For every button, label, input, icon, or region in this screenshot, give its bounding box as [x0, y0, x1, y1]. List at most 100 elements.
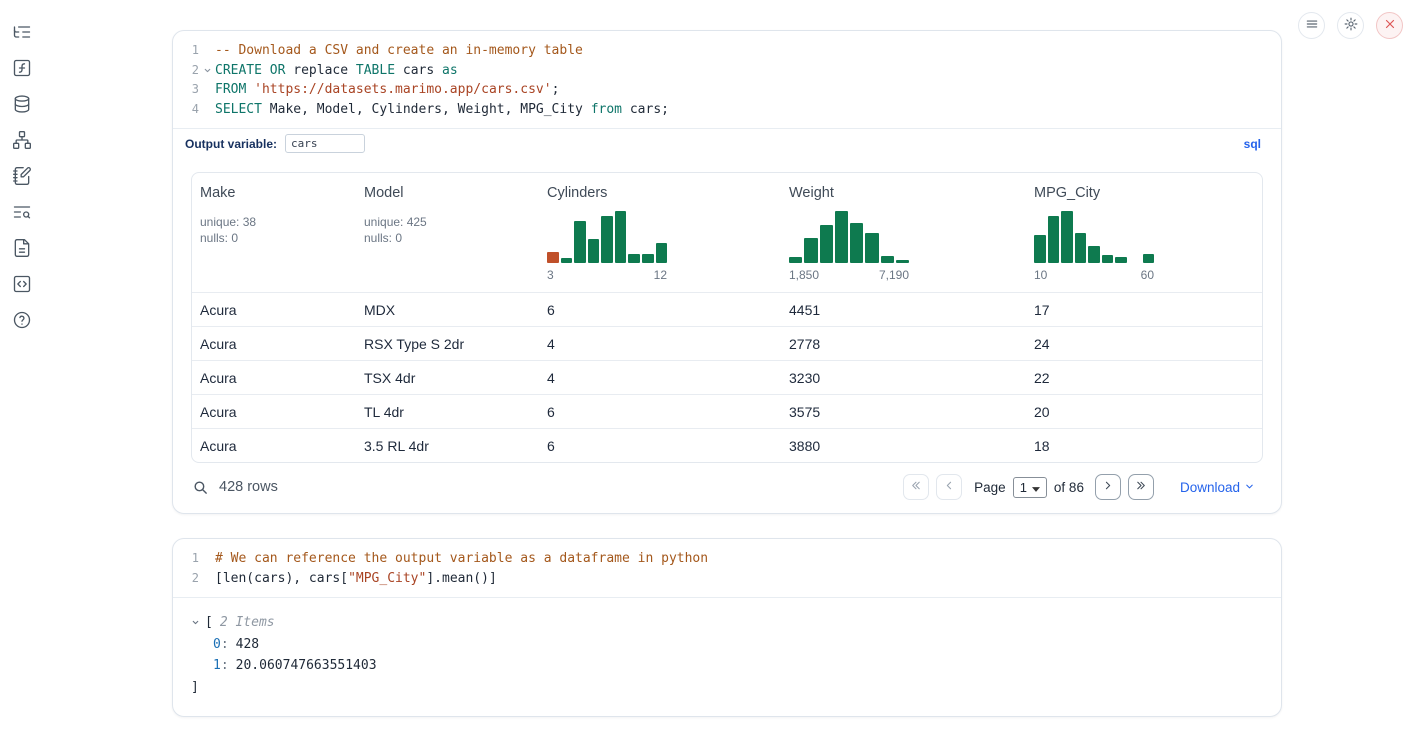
histogram-bar[interactable]: [820, 225, 833, 263]
histogram-bar[interactable]: [850, 223, 863, 263]
line-number: 1: [173, 41, 199, 61]
histogram-bar[interactable]: [615, 211, 627, 263]
code-line[interactable]: 1 -- Download a CSV and create an in-memo…: [173, 41, 1281, 61]
settings-button[interactable]: [1337, 12, 1364, 39]
histogram-bar[interactable]: [1115, 257, 1127, 263]
close-button[interactable]: [1376, 12, 1403, 39]
page-select[interactable]: 1: [1013, 477, 1047, 498]
column-histogram[interactable]: 1,8507,190: [789, 211, 1018, 282]
table-cell: Acura: [192, 429, 356, 462]
python-output: [ 2 Items 0:428 1:20.060747663551403 ]: [173, 597, 1281, 716]
column-header-weight[interactable]: Weight 1,8507,190: [781, 173, 1026, 292]
histogram-bar[interactable]: [1061, 211, 1073, 263]
code-text: SELECT Make, Model, Cylinders, Weight, M…: [215, 100, 669, 120]
help-icon[interactable]: [10, 308, 34, 332]
output-variable-row: Output variable: sql: [173, 128, 1281, 158]
next-page-button[interactable]: [1095, 474, 1121, 500]
table-row[interactable]: Acura3.5 RL 4dr6388018: [192, 428, 1262, 462]
column-header-cylinders[interactable]: Cylinders312: [539, 173, 781, 292]
column-histogram[interactable]: 1060: [1034, 211, 1254, 282]
download-button[interactable]: Download: [1180, 480, 1255, 495]
menu-button[interactable]: [1298, 12, 1325, 39]
documentation-icon[interactable]: [10, 236, 34, 260]
datasources-icon[interactable]: [10, 92, 34, 116]
tree-items-count: 2 Items: [220, 612, 275, 634]
menu-icon: [1305, 17, 1319, 34]
column-header-mpg_city[interactable]: MPG_City 1060: [1026, 173, 1262, 292]
fold-gutter: [199, 41, 215, 61]
notebook: 1 -- Download a CSV and create an in-memo…: [172, 30, 1282, 729]
histogram-bar[interactable]: [1075, 233, 1087, 263]
table-row[interactable]: AcuraRSX Type S 2dr4277824: [192, 326, 1262, 360]
line-number: 1: [173, 549, 199, 569]
dependency-graph-icon[interactable]: [10, 128, 34, 152]
histogram-bar[interactable]: [1143, 254, 1155, 263]
table-row[interactable]: AcuraMDX6445117: [192, 292, 1262, 326]
table-row[interactable]: AcuraTSX 4dr4323022: [192, 360, 1262, 394]
histogram-bar[interactable]: [1034, 235, 1046, 263]
chevrons-left-icon: [910, 479, 923, 495]
chevron-left-icon: [943, 479, 956, 495]
first-page-button[interactable]: [903, 474, 929, 500]
snippets-icon[interactable]: [10, 272, 34, 296]
helper-sidebar: [0, 0, 44, 352]
output-variable-input[interactable]: [285, 134, 365, 153]
histogram-bar[interactable]: [804, 238, 817, 263]
column-histogram[interactable]: 312: [547, 211, 773, 282]
language-badge[interactable]: sql: [1244, 137, 1261, 151]
column-name: MPG_City: [1034, 185, 1254, 201]
line-number: 2: [173, 61, 199, 81]
table-row[interactable]: AcuraTL 4dr6357520: [192, 394, 1262, 428]
prev-page-button[interactable]: [936, 474, 962, 500]
variables-icon[interactable]: [10, 56, 34, 80]
table-cell: 6: [539, 293, 781, 326]
gear-icon: [1344, 17, 1358, 34]
close-icon: [1383, 17, 1397, 34]
histogram-bar[interactable]: [601, 216, 613, 263]
file-explorer-icon[interactable]: [10, 20, 34, 44]
tree-close-bracket: ]: [191, 677, 199, 699]
histogram-bar[interactable]: [1102, 255, 1114, 263]
code-line[interactable]: 2CREATE OR replace TABLE cars as: [173, 61, 1281, 81]
table-cell: TSX 4dr: [356, 361, 539, 394]
histogram-bar[interactable]: [789, 257, 802, 263]
histogram-bar[interactable]: [574, 221, 586, 263]
histogram-bar[interactable]: [865, 233, 878, 263]
code-line[interactable]: 4 SELECT Make, Model, Cylinders, Weight, …: [173, 100, 1281, 120]
code-line[interactable]: 2[len(cars), cars["MPG_City"].mean()]: [173, 569, 1281, 589]
last-page-button[interactable]: [1128, 474, 1154, 500]
histogram-bar[interactable]: [588, 239, 600, 263]
histogram-bar[interactable]: [1048, 216, 1060, 263]
column-stats: unique: 425nulls: 0: [364, 214, 531, 246]
column-name: Weight: [789, 185, 1018, 201]
histogram-bar[interactable]: [1088, 246, 1100, 263]
scratchpad-icon[interactable]: [10, 164, 34, 188]
tree-entry-value: 20.060747663551403: [236, 655, 377, 677]
column-header-model[interactable]: Modelunique: 425nulls: 0: [356, 173, 539, 292]
histogram-bar[interactable]: [547, 252, 559, 263]
histogram-bar[interactable]: [656, 243, 668, 263]
search-icon[interactable]: [192, 479, 209, 496]
histogram-bar[interactable]: [628, 254, 640, 263]
histogram-axis: 1,8507,190: [789, 268, 909, 282]
histogram-bar[interactable]: [881, 256, 894, 263]
sql-code-editor[interactable]: 1 -- Download a CSV and create an in-memo…: [173, 31, 1281, 128]
code-text: -- Download a CSV and create an in-memor…: [215, 41, 583, 61]
code-line[interactable]: 1# We can reference the output variable …: [173, 549, 1281, 569]
histogram-max-label: 7,190: [879, 268, 909, 282]
histogram-axis: 312: [547, 268, 667, 282]
tree-entry-key: 0: [213, 634, 221, 656]
chevron-right-icon: [1101, 479, 1114, 495]
tree-entry: 0:428: [191, 634, 1263, 656]
column-header-make[interactable]: Makeunique: 38nulls: 0: [192, 173, 356, 292]
tree-collapse-icon[interactable]: [191, 618, 205, 627]
histogram-bar[interactable]: [642, 254, 654, 263]
code-line[interactable]: 3FROM 'https://datasets.marimo.app/cars.…: [173, 80, 1281, 100]
histogram-bar[interactable]: [561, 258, 573, 263]
histogram-bar[interactable]: [896, 260, 909, 263]
fold-chevron-icon[interactable]: [199, 61, 215, 81]
logs-icon[interactable]: [10, 200, 34, 224]
histogram-bar[interactable]: [835, 211, 848, 263]
line-number: 4: [173, 100, 199, 120]
python-code-editor[interactable]: 1# We can reference the output variable …: [173, 539, 1281, 597]
